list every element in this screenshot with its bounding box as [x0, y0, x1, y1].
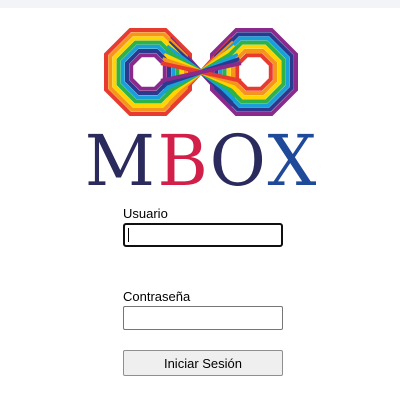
password-label: Contraseña [123, 289, 191, 304]
brand-wordmark: M B O X [76, 126, 326, 196]
infinity-logo-icon [104, 28, 298, 116]
login-button[interactable]: Iniciar Sesión [123, 350, 283, 376]
logo-letter-b: B [157, 120, 209, 202]
top-bar [0, 0, 400, 8]
logo-letter-m: M [84, 120, 156, 202]
username-label: Usuario [123, 206, 168, 221]
logo-loop-band [235, 53, 273, 91]
login-form: Usuario Contraseña Iniciar Sesión [123, 206, 285, 376]
logo-letter-o: O [209, 120, 267, 202]
text-caret [128, 228, 129, 242]
logo-loop-band [125, 49, 171, 95]
username-input[interactable] [123, 223, 283, 247]
password-input[interactable] [123, 306, 283, 330]
logo-letter-x: X [267, 120, 318, 202]
logo-loop-band [129, 53, 167, 91]
logo-loop-band [231, 49, 277, 95]
